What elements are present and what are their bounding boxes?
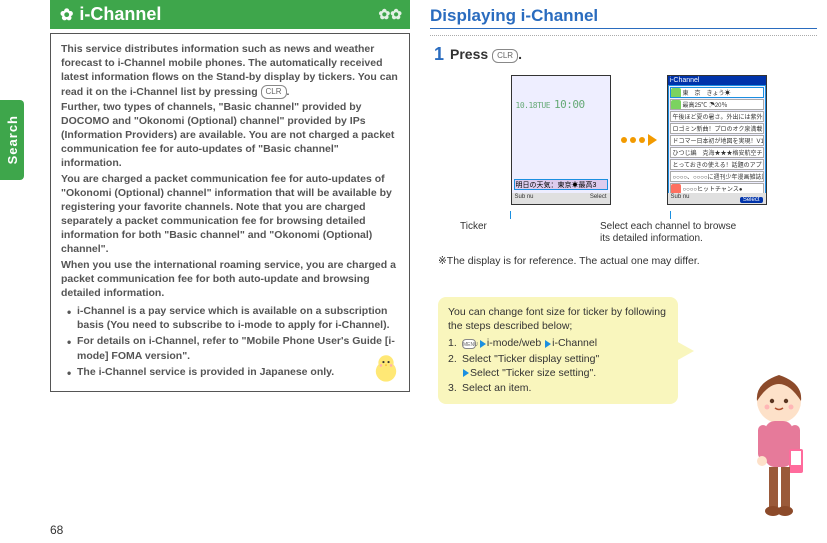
tip-num: 2. (448, 352, 457, 366)
girl-mascot-icon (735, 365, 823, 525)
side-search-tab[interactable]: Search (0, 100, 24, 180)
info-bullet: For details on i-Channel, refer to "Mobi… (67, 334, 399, 362)
row-text: 午後ほど夏の暑さ。外出には紫外線対策を (673, 112, 764, 121)
info-para-3: You are charged a packet communication f… (61, 172, 399, 257)
tip-num: 1. (448, 336, 457, 350)
left-column: ✿ i-Channel ✿✿ This service distributes … (50, 0, 410, 513)
tip-step: 1. MENU i-mode/web i-Channel (448, 336, 668, 350)
tip-steps: 1. MENU i-mode/web i-Channel 2. Select "… (448, 336, 668, 395)
step-text: Press CLR. (450, 46, 522, 62)
channel-row: 午後ほど夏の暑さ。外出には紫外線対策を (670, 111, 764, 122)
info-bullets: i-Channel is a pay service which is avai… (61, 304, 399, 379)
info-para-1end: . (287, 86, 290, 98)
row-text: とっておきの使える！話題のアプリがたくさん登場 (673, 160, 764, 169)
channel-row: ロゴミン新曲！プロのオク泉満載の演奏：交響曲♪ (670, 123, 764, 134)
phone-captions: Ticker Select each channel to browse its… (460, 211, 817, 245)
caption-select: Select each channel to browse its detail… (600, 211, 740, 245)
callout-line-icon (510, 211, 511, 219)
tip-intro: You can change font size for ticker by f… (448, 305, 668, 333)
phone-date: 10.18TUE (516, 101, 551, 110)
callout-line-icon (670, 211, 671, 219)
softkey-right: Select (590, 194, 607, 203)
channel-row: 最高25℃ ☂20％ (670, 99, 764, 110)
select-label: Select (740, 197, 763, 203)
row-text: ひつじ編 克海★★★格安航空チケットをチェック (673, 148, 764, 157)
row-text: ○○○○、○○○○に週刊少年漫画雑誌連載開始で (673, 172, 764, 181)
caption-select-text: Select each channel to browse its detail… (600, 221, 740, 245)
row-text: ロゴミン新曲！プロのオク泉満載の演奏：交響曲♪ (673, 124, 764, 133)
menu-key-icon[interactable]: MENU (462, 339, 476, 349)
tip-text: Select an item. (462, 382, 531, 394)
step-number: 1 (434, 44, 444, 65)
tip-bubble: You can change font size for ticker by f… (438, 297, 678, 404)
row-text: ドコマー日本初が地図を実現！V1.0へ。★Xケタが (673, 136, 764, 145)
info-para-1: This service distributes information suc… (61, 42, 399, 99)
display-reference-note: ※The display is for reference. The actua… (438, 255, 817, 267)
info-para-2: Further, two types of channels, "Basic c… (61, 100, 399, 171)
row-text: 東 京 きょう☀ (683, 88, 731, 97)
row-text: ○○○○ヒットチャンス● (683, 184, 743, 193)
phone-screenshots: 10.18TUE 10:00 明日の天気：東京☀最高3 Sub nu Selec… (460, 75, 817, 205)
channel-row: ひつじ編 克海★★★格安航空チケットをチェック (670, 147, 764, 158)
tip-step: 3. Select an item. (448, 381, 668, 395)
right-section-title: Displaying i-Channel (430, 6, 817, 29)
section-header-bar: ✿ i-Channel ✿✿ (50, 0, 410, 29)
section-title: i-Channel (79, 4, 161, 25)
phone-standby-screenshot: 10.18TUE 10:00 明日の天気：東京☀最高3 Sub nu Selec… (511, 75, 611, 205)
page-number: 68 (50, 523, 63, 537)
phone2-rows: 東 京 きょう☀ 最高25℃ ☂20％ 午後ほど夏の暑さ。外出には紫外線対策を … (668, 85, 766, 197)
info-para-1a: This service distributes information suc… (61, 43, 398, 98)
info-box: This service distributes information suc… (50, 33, 410, 392)
channel-row: 東 京 きょう☀ (670, 87, 764, 98)
phone-time: 10.18TUE 10:00 (512, 76, 610, 111)
clr-key-icon: CLR (261, 85, 287, 99)
triangle-icon (480, 340, 486, 348)
caption-ticker-text: Ticker (460, 221, 560, 232)
phone-clock: 10:00 (554, 98, 585, 111)
clover-icon: ✿ (60, 5, 73, 25)
tip-text: Select "Ticker size setting". (470, 367, 596, 379)
info-para-4: When you use the international roaming s… (61, 258, 399, 301)
arrow-icon (621, 134, 657, 146)
channel-row: ○○○○、○○○○に週刊少年漫画雑誌連載開始で (670, 171, 764, 182)
tip-step: 2. Select "Ticker display setting" Selec… (448, 352, 668, 380)
dotted-divider (430, 35, 817, 36)
channel-row: とっておきの使える！話題のアプリがたくさん登場 (670, 159, 764, 170)
softkey-left: Sub nu (671, 194, 690, 203)
triangle-icon (463, 369, 469, 377)
tip-num: 3. (448, 381, 457, 395)
clr-key-icon[interactable]: CLR (492, 49, 518, 63)
caption-ticker: Ticker (460, 211, 560, 245)
step-1-row: 1 Press CLR. (434, 44, 817, 65)
info-bullet: The i-Channel service is provided in Jap… (67, 365, 399, 379)
channel-row: ドコマー日本初が地図を実現！V1.0へ。★Xケタが (670, 135, 764, 146)
phone-softkeys: Sub nu Select (512, 193, 610, 204)
row-text: 最高25℃ ☂20％ (683, 100, 728, 109)
phone-channel-list-screenshot: i-Channel 東 京 きょう☀ 最高25℃ ☂20％ 午後ほど夏の暑さ。外… (667, 75, 767, 205)
tip-text: i-mode/web (487, 337, 541, 349)
chick-mascot-icon (369, 351, 403, 385)
tip-text: i-Channel (552, 337, 597, 349)
triangle-icon (545, 340, 551, 348)
softkey-left: Sub nu (515, 194, 534, 203)
side-search-label: Search (5, 115, 20, 164)
clover-decoration-icon: ✿✿ (379, 6, 402, 23)
info-bullet: i-Channel is a pay service which is avai… (67, 304, 399, 332)
tip-text: Select "Ticker display setting" (462, 353, 599, 365)
phone-ticker: 明日の天気：東京☀最高3 (514, 179, 608, 190)
step-text-a: Press (450, 46, 492, 62)
page-content: ✿ i-Channel ✿✿ This service distributes … (50, 0, 817, 513)
phone2-titlebar: i-Channel (668, 76, 766, 85)
step-text-b: . (518, 46, 522, 62)
